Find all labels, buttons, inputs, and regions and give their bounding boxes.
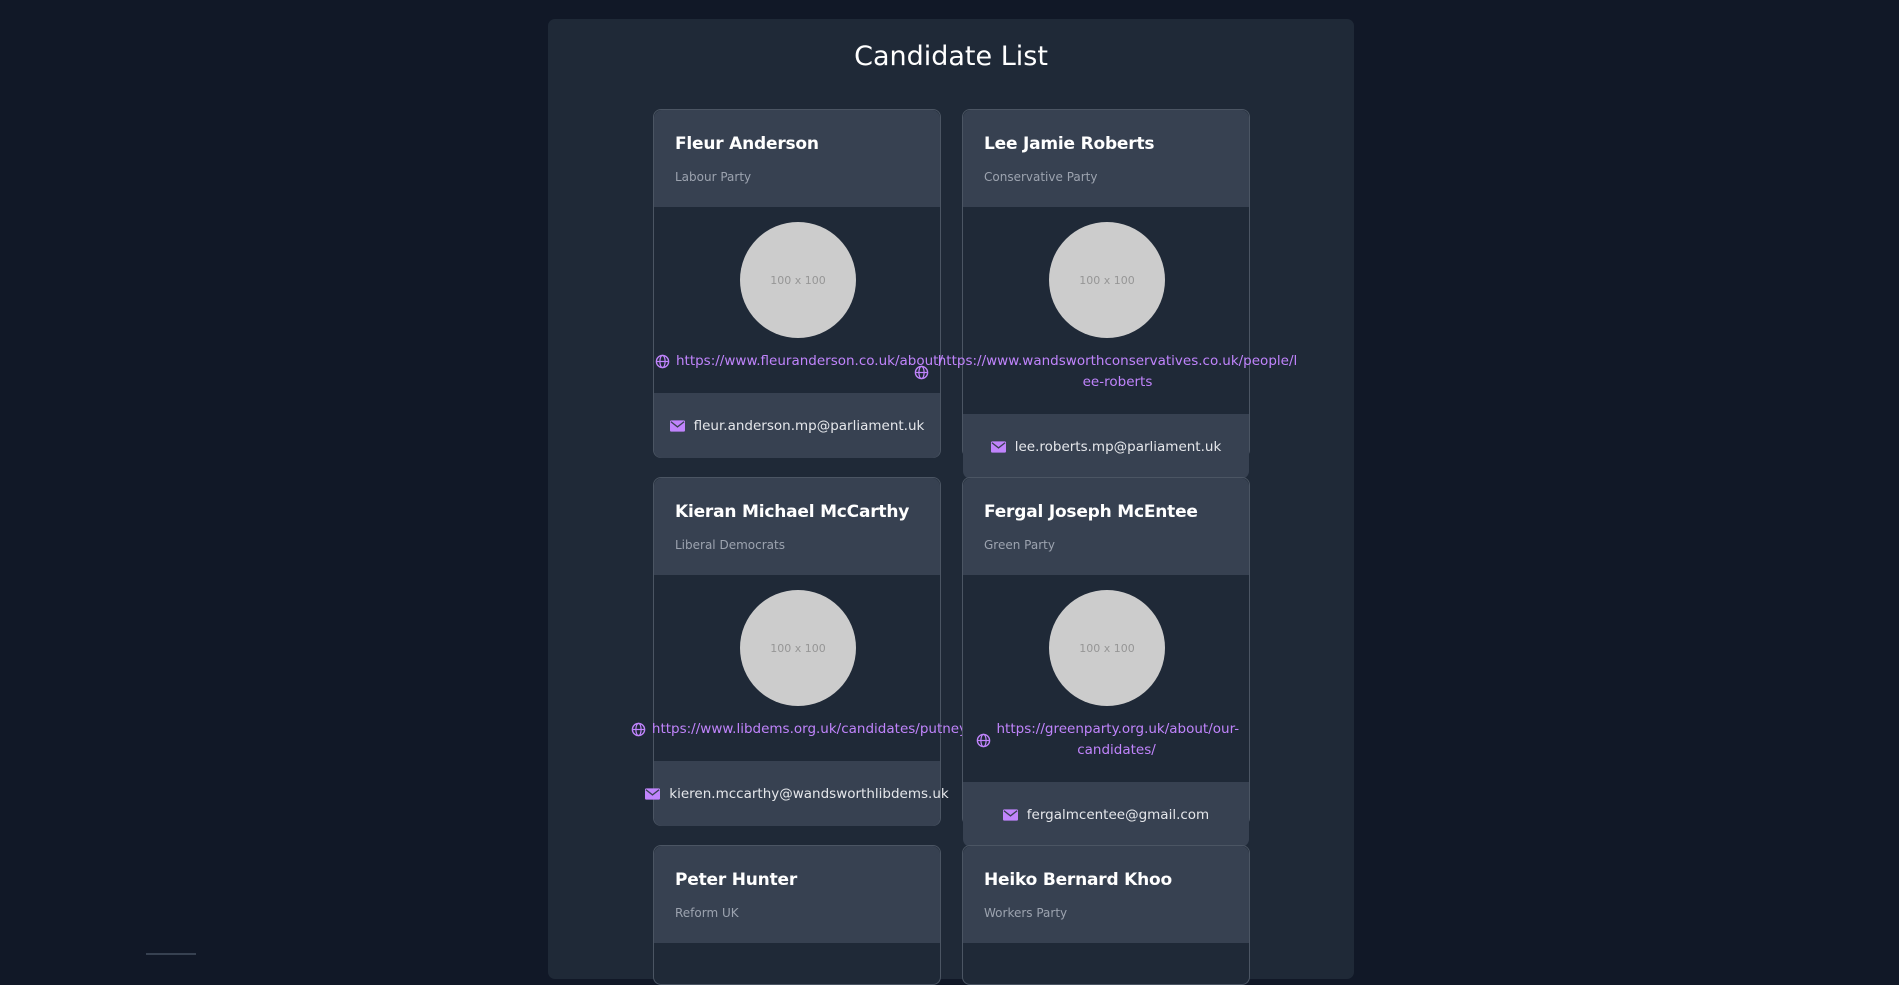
candidate-card: Fleur Anderson Labour Party 100 x 100 ht… (653, 109, 943, 458)
email-row[interactable]: kieren.mccarthy@wandsworthlibdems.uk (645, 761, 949, 826)
candidate-party: Green Party (984, 538, 1055, 552)
candidate-name: Heiko Bernard Khoo (984, 870, 1172, 890)
email-row[interactable]: fleur.anderson.mp@parliament.uk (654, 393, 940, 458)
candidate-photo: 100 x 100 (1049, 222, 1165, 338)
candidate-name: Lee Jamie Roberts (984, 134, 1155, 154)
candidate-name: Peter Hunter (675, 870, 798, 890)
candidate-list-panel: Candidate List Fleur Anderson Labour Par… (548, 19, 1354, 985)
website-row[interactable]: https://www.libdems.org.uk/candidates/pu… (614, 719, 984, 740)
card-header: Peter Hunter Reform UK (654, 846, 940, 943)
candidate-card: Peter Hunter Reform UK (653, 845, 941, 985)
website-row[interactable]: https://www.wandsworthconservatives.co.u… (914, 351, 1300, 393)
website-link[interactable]: https://greenparty.org.uk/about/our-cand… (997, 719, 1240, 761)
card-header: Heiko Bernard Khoo Workers Party (963, 846, 1249, 943)
globe-icon (655, 354, 670, 369)
email-row[interactable]: fergalmcentee@gmail.com (963, 782, 1249, 847)
candidate-party: Labour Party (675, 170, 752, 184)
envelope-icon (1002, 808, 1018, 821)
candidate-name: Kieran Michael McCarthy (675, 502, 910, 522)
website-link[interactable]: https://www.libdems.org.uk/candidates/pu… (652, 719, 967, 740)
email-address: kieren.mccarthy@wandsworthlibdems.uk (669, 785, 949, 802)
card-header: Lee Jamie Roberts Conservative Party (963, 110, 1249, 207)
card-header: Fleur Anderson Labour Party (654, 110, 940, 207)
website-link[interactable]: https://www.fleuranderson.co.uk/about/ (676, 351, 943, 372)
website-link[interactable]: https://www.wandsworthconservatives.co.u… (935, 351, 1300, 393)
email-row[interactable]: lee.roberts.mp@parliament.uk (963, 414, 1249, 479)
candidate-card: Kieran Michael McCarthy Liberal Democrat… (631, 477, 967, 826)
candidate-party: Conservative Party (984, 170, 1098, 184)
globe-icon (914, 365, 929, 379)
candidate-party: Liberal Democrats (675, 538, 785, 552)
candidate-name: Fergal Joseph McEntee (984, 502, 1198, 522)
email-address: fleur.anderson.mp@parliament.uk (693, 417, 925, 434)
candidate-card: Heiko Bernard Khoo Workers Party (962, 845, 1250, 985)
candidate-name: Fleur Anderson (675, 134, 819, 154)
candidate-photo: 100 x 100 (740, 590, 856, 706)
candidate-photo: 100 x 100 (1049, 590, 1165, 706)
candidate-party: Reform UK (675, 906, 739, 920)
candidate-card: Lee Jamie Roberts Conservative Party 100… (914, 109, 1297, 479)
card-header: Kieran Michael McCarthy Liberal Democrat… (654, 478, 940, 575)
globe-icon (631, 722, 646, 737)
candidate-card: Fergal Joseph McEntee Green Party 100 x … (962, 477, 1250, 847)
candidate-photo: 100 x 100 (740, 222, 856, 338)
email-address: fergalmcentee@gmail.com (1026, 806, 1210, 823)
candidate-party: Workers Party (984, 906, 1068, 920)
card-header: Fergal Joseph McEntee Green Party (963, 478, 1249, 575)
envelope-icon (645, 787, 661, 800)
page-title: Candidate List (854, 41, 1048, 72)
envelope-icon (990, 440, 1006, 453)
globe-icon (976, 733, 990, 747)
email-address: lee.roberts.mp@parliament.uk (1014, 438, 1222, 455)
envelope-icon (669, 419, 685, 432)
website-row[interactable]: https://greenparty.org.uk/about/our-cand… (963, 719, 1249, 761)
